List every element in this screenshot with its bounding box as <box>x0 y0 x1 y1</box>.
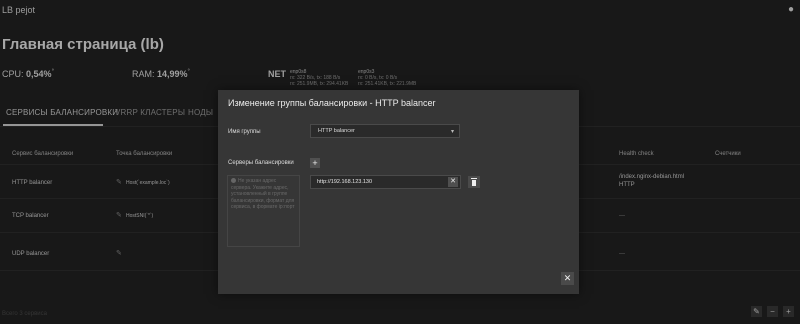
server-address-value: http://192.168.123.130 <box>317 179 373 185</box>
group-name-value: HTTP balancer <box>318 128 355 134</box>
caret-down-icon: ▾ <box>450 129 454 135</box>
hint-text: Не указан адрес сервера. Укажите адрес, … <box>231 178 295 211</box>
server-address-input[interactable]: http://192.168.123.130 <box>310 175 461 189</box>
trash-icon[interactable] <box>468 176 480 188</box>
trash-can <box>472 180 476 186</box>
servers-label: Серверы балансировки <box>228 160 294 166</box>
group-name-select[interactable]: HTTP balancer ▾ <box>310 124 460 138</box>
info-icon <box>231 178 236 184</box>
server-hint: Не указан адрес сервера. Укажите адрес, … <box>227 175 300 247</box>
dialog-title: Изменение группы балансировки - HTTP bal… <box>228 98 436 108</box>
edit-group-dialog: Изменение группы балансировки - HTTP bal… <box>218 90 579 294</box>
close-button[interactable]: ✕ <box>561 272 574 285</box>
add-server-button[interactable]: + <box>310 158 320 168</box>
trash-lid <box>471 178 477 179</box>
clear-input-button[interactable]: ✕ <box>448 177 458 187</box>
group-name-label: Имя группы <box>228 129 261 135</box>
